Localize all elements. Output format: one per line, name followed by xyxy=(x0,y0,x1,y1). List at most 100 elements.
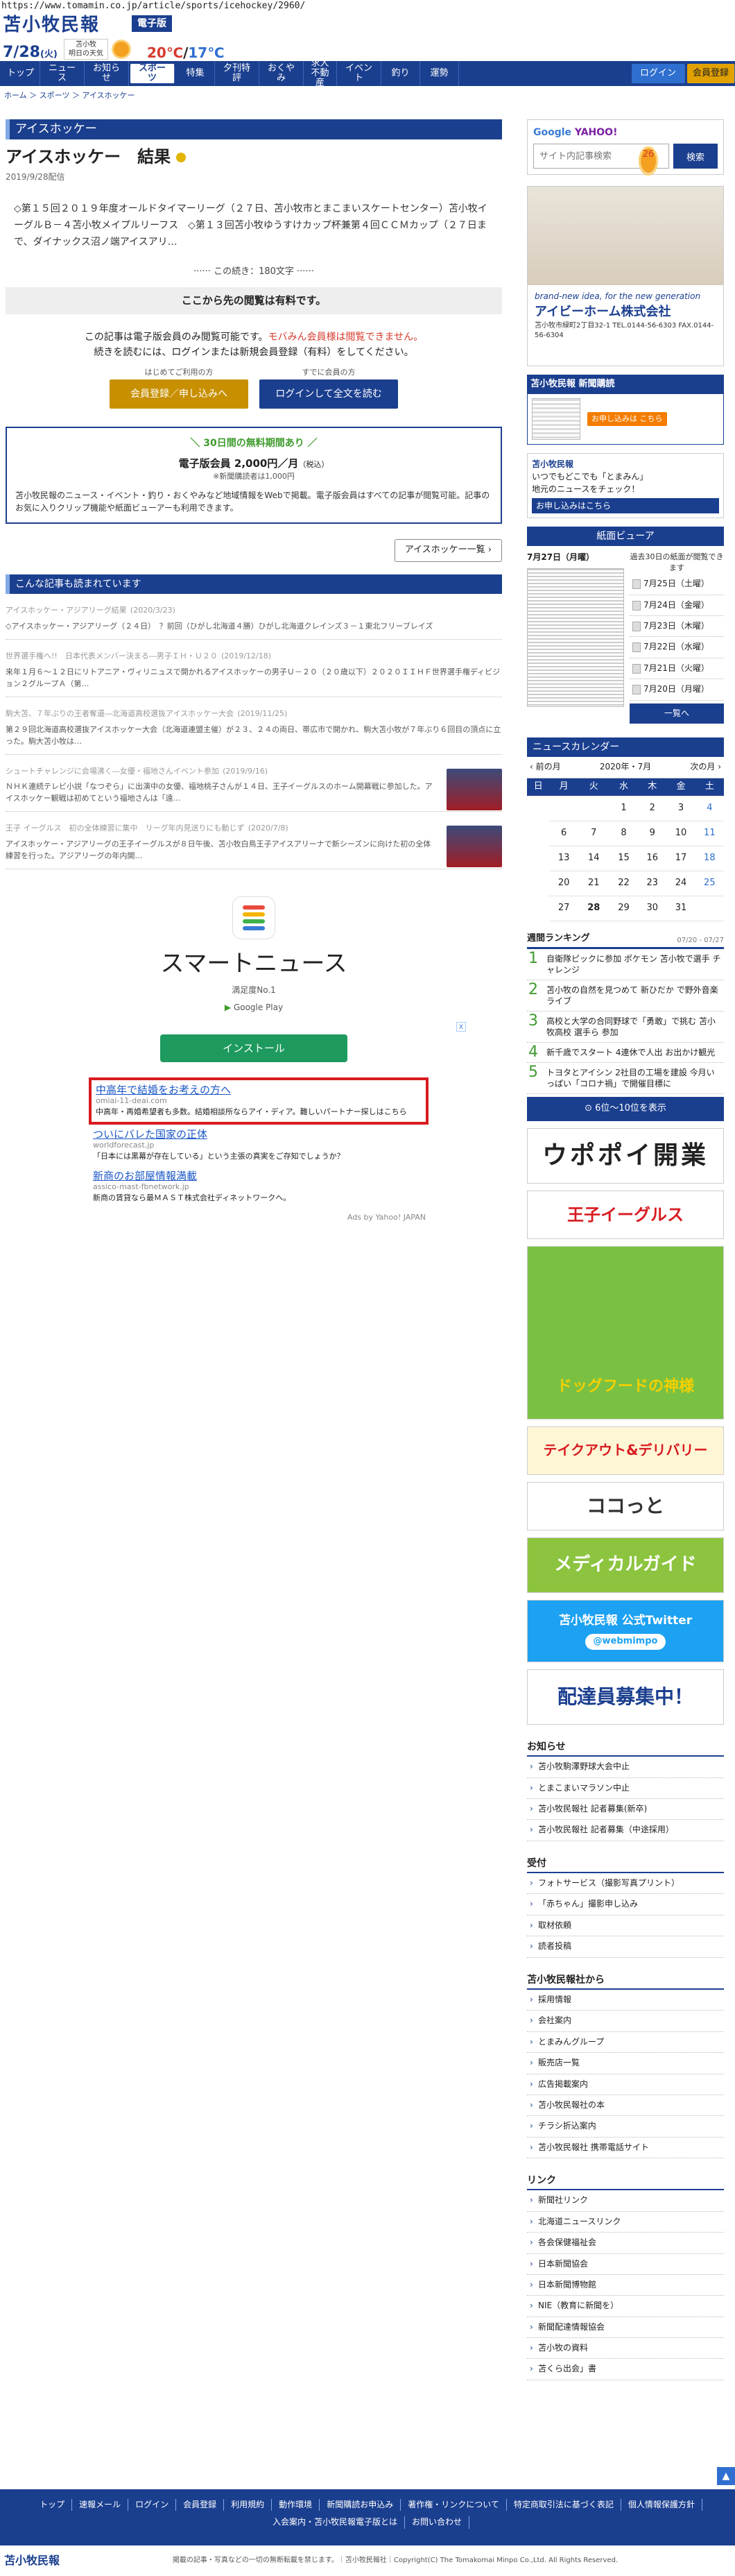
related-item[interactable]: 王子 イーグルス 初の全体練習に集中 リーグ年内見送りにも動じず (2020/7… xyxy=(6,812,502,870)
past-issue-link[interactable]: 7月23日（木曜） xyxy=(630,616,724,638)
ranking-item[interactable]: 2 苫小牧の自然を見つめて 新ひだか で野外音楽ライブ xyxy=(527,980,724,1012)
related-title[interactable]: 駒大苫、７年ぶりの王者奪還―北海道高校選抜アイスホッケー大会 (2019/11/… xyxy=(6,706,502,721)
calendar-day[interactable]: 3 xyxy=(666,796,695,822)
calendar-day[interactable]: 25 xyxy=(695,871,724,897)
oji-eagles-banner[interactable]: 王子イーグルス xyxy=(527,1190,724,1239)
ranking-title[interactable]: トヨタとアイシン 2社目の工場を建設 今月いっぱい「コロナ禍」で開催目標に xyxy=(546,1067,723,1089)
calendar-day[interactable]: 27 xyxy=(549,896,578,922)
related-title[interactable]: シュートチャレンジに会場沸く―女優・福地さんイベント参加 (2019/9/16) xyxy=(6,763,435,778)
footer-link[interactable]: 動作環境 xyxy=(272,2499,320,2511)
footer-link[interactable]: 入会案内・苫小牧民報電子版とは xyxy=(266,2516,405,2529)
related-thumbnail[interactable] xyxy=(447,768,502,810)
calendar-day[interactable]: 4 xyxy=(695,796,724,822)
sidebar-link[interactable]: 日本新聞協会 xyxy=(527,2254,724,2275)
calendar-day[interactable]: 7 xyxy=(578,821,609,847)
sidebar-link[interactable]: 取材依頼 xyxy=(527,1916,724,1937)
calendar-day[interactable]: 9 xyxy=(638,821,667,847)
calendar-day[interactable]: 31 xyxy=(666,896,695,922)
smartnews-app-icon[interactable] xyxy=(233,897,275,939)
medical-guide-banner[interactable]: メディカルガイド xyxy=(527,1537,724,1593)
sidebar-link[interactable]: 苫小牧民報社の本 xyxy=(527,2095,724,2117)
ranking-more-button[interactable]: ⊙ 6位～10位を表示 xyxy=(527,1097,724,1121)
footer-link[interactable]: お問い合わせ xyxy=(405,2516,470,2529)
nav-item-1[interactable]: ニュース xyxy=(40,61,85,86)
related-title-text[interactable]: 王子 イーグルス 初の全体練習に集中 リーグ年内見送りにも動じず xyxy=(6,824,245,833)
sidebar-link[interactable]: チラシ折込案内 xyxy=(527,2116,724,2138)
related-item[interactable]: 駒大苫、７年ぶりの王者奪還―北海道高校選抜アイスホッケー大会 (2019/11/… xyxy=(6,697,502,755)
calendar-day[interactable]: 29 xyxy=(609,896,639,922)
sidebar-link[interactable]: 日本新聞博物館 xyxy=(527,2275,724,2296)
login-read-button[interactable]: ログインして全文を読む xyxy=(259,379,398,409)
calendar-day[interactable]: 15 xyxy=(609,846,639,872)
sidebar-link[interactable]: 苫小牧駒澤野球大会中止 xyxy=(527,1757,724,1778)
text-ad-title[interactable]: 新商のお部屋情報満載 xyxy=(93,1170,424,1182)
related-item[interactable]: アイスホッケー・アジアリーグ結果 (2020/3/23) ◇アイスホッケー・アジア… xyxy=(6,594,502,640)
ranking-title[interactable]: 新千歳でスタート 4連休で人出 お出かけ観光 xyxy=(546,1047,715,1058)
nav-item-8[interactable]: イベント xyxy=(337,61,381,86)
nav-item-7[interactable]: 求人 不動産 xyxy=(304,59,337,88)
calendar-day[interactable]: 24 xyxy=(666,871,695,897)
past-issue-link[interactable]: 7月21日（火曜） xyxy=(630,658,724,680)
nav-item-3[interactable]: スポーツ xyxy=(130,64,175,83)
calendar-day[interactable]: 18 xyxy=(695,846,724,872)
twitter-banner[interactable]: 苫小牧民報 公式Twitter @webmimpo xyxy=(527,1599,724,1662)
ad-credit[interactable]: Ads by Yahoo! JAPAN xyxy=(6,1212,426,1223)
calendar-day[interactable]: 2 xyxy=(638,796,667,822)
calendar-day[interactable]: 10 xyxy=(666,821,695,847)
calendar-day[interactable]: 26 xyxy=(641,148,656,173)
site-logo[interactable]: 苫小牧民報 xyxy=(3,12,100,39)
nav-login-button[interactable]: ログイン xyxy=(631,64,685,83)
footer-link[interactable]: ログイン xyxy=(128,2499,177,2511)
dogfood-banner[interactable]: ドッグフードの神様 xyxy=(527,1245,724,1419)
footer-link[interactable]: 会員登録 xyxy=(176,2499,225,2511)
related-title[interactable]: アイスホッケー・アジアリーグ結果 (2020/3/23) xyxy=(6,602,502,617)
sidebar-link[interactable]: 会社案内 xyxy=(527,2011,724,2032)
related-item[interactable]: シュートチャレンジに会場沸く―女優・福地さんイベント参加 (2019/9/16)… xyxy=(6,755,502,812)
subscribe-banner[interactable]: 苫小牧民報 新聞購読 お申し込みは こちら xyxy=(527,375,724,445)
sidebar-link[interactable]: 苫小牧民報社 携帯電話サイト xyxy=(527,2138,724,2159)
sidebar-link[interactable]: 「赤ちゃん」撮影申し込み xyxy=(527,1894,724,1916)
related-title[interactable]: 王子 イーグルス 初の全体練習に集中 リーグ年内見送りにも動じず (2020/7… xyxy=(6,820,435,835)
calendar-day[interactable]: 13 xyxy=(549,846,578,872)
nav-item-2[interactable]: お知らせ xyxy=(85,61,129,86)
kokotto-banner[interactable]: ココっと xyxy=(527,1481,724,1530)
sidebar-link[interactable]: 北海道ニュースリンク xyxy=(527,2212,724,2233)
related-title-text[interactable]: シュートチャレンジに会場沸く―女優・福地さんイベント参加 xyxy=(6,767,219,776)
ranking-item[interactable]: 4 新千歳でスタート 4連休で人出 お出かけ観光 xyxy=(527,1043,724,1064)
related-title-text[interactable]: 駒大苫、７年ぶりの王者奪還―北海道高校選抜アイスホッケー大会 xyxy=(6,709,234,718)
takeout-banner[interactable]: テイクアウト&デリバリー xyxy=(527,1426,724,1475)
nav-signup-button[interactable]: 会員登録 xyxy=(686,64,735,83)
footer-link[interactable]: 新聞購読お申込み xyxy=(320,2499,401,2511)
nav-item-4[interactable]: 特集 xyxy=(176,61,215,86)
install-button[interactable]: インストール xyxy=(160,1034,347,1063)
ranking-item[interactable]: 5 トヨタとアイシン 2社目の工場を建設 今月いっぱい「コロナ禍」で開催目標に xyxy=(527,1063,724,1095)
calendar-day[interactable]: 11 xyxy=(695,821,724,847)
related-title-text[interactable]: 世界選手権へ!! 日本代表メンバー決まる―男子ＩＨ・Ｕ２０ xyxy=(6,651,218,660)
past-issue-link[interactable]: 7月20日（月曜） xyxy=(630,679,724,701)
nav-item-5[interactable]: 夕刊特評 xyxy=(215,61,259,86)
sidebar-link[interactable]: 広告掲載案内 xyxy=(527,2074,724,2095)
calendar-day[interactable]: 14 xyxy=(578,846,609,872)
calendar-day[interactable]: 22 xyxy=(609,871,639,897)
sidebar-link[interactable]: 新聞配達情報協会 xyxy=(527,2317,724,2339)
calendar-day[interactable]: 17 xyxy=(666,846,695,872)
related-thumbnail[interactable] xyxy=(447,826,502,868)
front-page-thumbnail[interactable] xyxy=(527,568,624,707)
search-button[interactable]: 検索 xyxy=(673,144,718,169)
sidebar-link[interactable]: 苫小牧民報社 記者募集（中途採用） xyxy=(527,1820,724,1841)
footer-link[interactable]: 特定商取引法に基づく表記 xyxy=(507,2499,621,2511)
footer-link[interactable]: トップ xyxy=(33,2499,73,2511)
footer-link[interactable]: 著作権・リンクについて xyxy=(401,2499,507,2511)
calendar-day[interactable]: 6 xyxy=(549,821,578,847)
sidebar-link[interactable]: とまみんグループ xyxy=(527,2032,724,2054)
upopoy-banner[interactable]: ウポポイ開業 xyxy=(527,1127,724,1184)
signup-button[interactable]: 会員登録／申し込みへ xyxy=(110,379,248,409)
sidebar-link[interactable]: 苫小牧の資料 xyxy=(527,2338,724,2360)
footer-link[interactable]: 個人情報保護方針 xyxy=(621,2499,702,2511)
text-ad[interactable]: ついにバレた国家の正体 worldforecast.jp 「日本には黒幕が存在してい… xyxy=(89,1125,429,1166)
text-ad[interactable]: 新商のお部屋情報満載 assico-mast-fbnetwork.jp 新商の賃貸な… xyxy=(89,1166,429,1208)
page-top-button[interactable]: ▲ xyxy=(717,2467,735,2485)
past-issue-link[interactable]: 7月25日（土曜） xyxy=(630,574,724,595)
calendar-day[interactable]: 1 xyxy=(609,796,639,822)
past-issue-link[interactable]: 7月22日（水曜） xyxy=(630,637,724,658)
